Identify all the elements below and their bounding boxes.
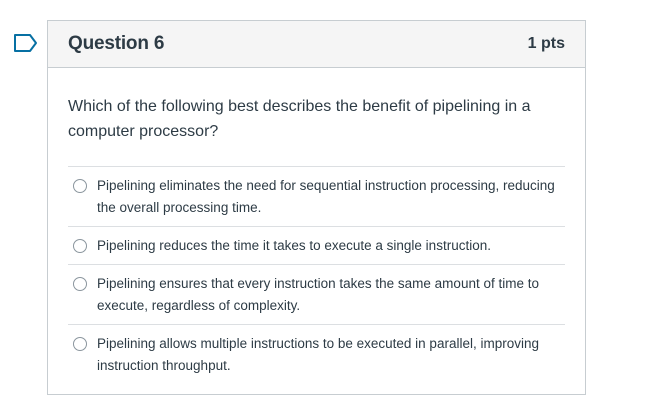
question-body: Which of the following best describes th… [48, 68, 585, 384]
answer-label[interactable]: Pipelining reduces the time it takes to … [97, 235, 501, 257]
quiz-page: Question 6 1 pts Which of the following … [0, 0, 653, 417]
flag-question-icon[interactable] [13, 33, 39, 53]
answer-list: Pipelining eliminates the need for seque… [68, 166, 565, 384]
question-card: Question 6 1 pts Which of the following … [47, 20, 586, 395]
question-title: Question 6 [68, 33, 165, 54]
answer-option[interactable]: Pipelining ensures that every instructio… [68, 265, 565, 325]
answer-label[interactable]: Pipelining eliminates the need for seque… [97, 175, 565, 219]
answer-label[interactable]: Pipelining ensures that every instructio… [97, 273, 565, 317]
radio-button[interactable] [73, 179, 87, 193]
question-header: Question 6 1 pts [48, 21, 585, 68]
answer-option[interactable]: Pipelining reduces the time it takes to … [68, 227, 565, 265]
answer-label[interactable]: Pipelining allows multiple instructions … [97, 333, 565, 377]
answer-option[interactable]: Pipelining eliminates the need for seque… [68, 167, 565, 227]
radio-button[interactable] [73, 337, 87, 351]
question-points: 1 pts [527, 35, 565, 52]
question-text: Which of the following best describes th… [68, 98, 531, 140]
answer-option[interactable]: Pipelining allows multiple instructions … [68, 325, 565, 384]
radio-button[interactable] [73, 277, 87, 291]
radio-button[interactable] [73, 239, 87, 253]
